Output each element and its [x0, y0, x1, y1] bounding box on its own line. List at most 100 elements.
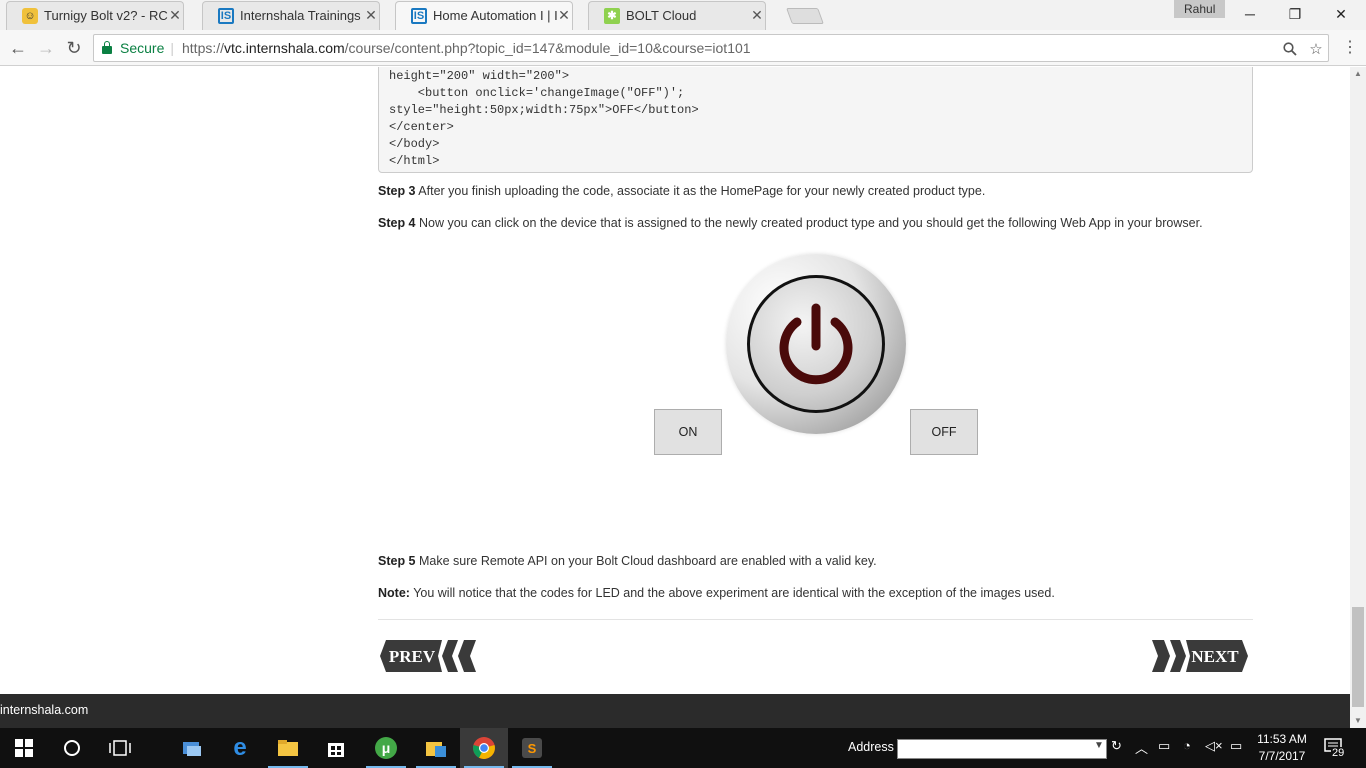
tab-turnigy[interactable]: ☺ Turnigy Bolt v2? - RC Gro ✕	[0, 1, 190, 30]
on-button[interactable]: ON	[654, 409, 722, 455]
step-5: Step 5 Make sure Remote API on your Bolt…	[378, 554, 877, 568]
minimize-icon[interactable]: ─	[1227, 0, 1273, 28]
volume-mute-icon[interactable]: ◁×	[1205, 738, 1223, 754]
step-5-text: Make sure Remote API on your Bolt Cloud …	[415, 554, 877, 568]
note: Note: You will notice that the codes for…	[378, 586, 1055, 600]
battery-icon[interactable]: ▭	[1158, 738, 1170, 754]
code-line: </center>	[389, 120, 454, 134]
code-line: height="200" width="200">	[389, 69, 570, 83]
scrollbar-thumb[interactable]	[1352, 607, 1364, 707]
separator: |	[170, 40, 174, 56]
edge-browser-icon[interactable]: e	[216, 728, 264, 768]
address-toolbar-label: Address	[848, 740, 894, 754]
url-host: vtc.internshala.com	[224, 40, 345, 56]
windows-start-icon[interactable]	[0, 728, 48, 768]
internshala-favicon-icon: IS	[411, 7, 427, 24]
close-tab-icon[interactable]: ✕	[750, 7, 764, 24]
scroll-up-icon[interactable]: ▲	[1350, 67, 1366, 81]
svg-text:S: S	[528, 741, 537, 756]
bolt-cloud-favicon-icon: ✱	[604, 7, 620, 24]
lock-icon	[102, 41, 112, 54]
tab-internshala-trainings[interactable]: IS Internshala Trainings ✕	[196, 1, 386, 30]
secure-label: Secure	[120, 40, 165, 56]
step-3-text: After you finish uploading the code, ass…	[415, 184, 986, 198]
store-icon[interactable]	[312, 728, 360, 768]
tab-strip: ☺ Turnigy Bolt v2? - RC Gro ✕ IS Interns…	[0, 0, 1366, 30]
next-button[interactable]: NEXT	[1150, 638, 1250, 674]
profile-button[interactable]: Rahul	[1174, 0, 1226, 18]
step-4: Step 4 Now you can click on the device t…	[378, 216, 1203, 230]
close-window-icon[interactable]: ✕	[1318, 0, 1364, 28]
address-toolbar-input[interactable]	[897, 739, 1107, 759]
step-3-label: Step 3	[378, 184, 416, 198]
url-path: /course/content.php?topic_id=147&module_…	[344, 40, 751, 56]
clock-date: 7/7/2017	[1258, 749, 1306, 763]
svg-text:μ: μ	[382, 740, 391, 756]
tab-bolt-cloud[interactable]: ✱ BOLT Cloud ✕	[582, 1, 772, 30]
action-center-icon[interactable]: 29	[1322, 736, 1348, 760]
step-4-label: Step 4	[378, 216, 416, 230]
note-text: You will notice that the codes for LED a…	[409, 586, 1055, 600]
code-line: </html>	[389, 154, 440, 168]
status-bar: internshala.com	[0, 694, 1350, 728]
utorrent-icon[interactable]: μ	[362, 728, 410, 768]
chrome-icon[interactable]	[460, 728, 508, 768]
forward-icon[interactable]: →	[34, 36, 58, 60]
power-icon	[779, 303, 853, 385]
close-tab-icon[interactable]: ✕	[557, 7, 571, 24]
url-scheme: https://	[182, 40, 225, 56]
browser-toolbar: ← → ↻ Secure | https://vtc.internshala.c…	[0, 30, 1366, 66]
step-4-text: Now you can click on the device that is …	[415, 216, 1203, 230]
reload-icon[interactable]: ↻	[62, 36, 86, 60]
address-go-icon[interactable]: ↻	[1111, 738, 1122, 754]
address-bar[interactable]: Secure | https://vtc.internshala.com/cou…	[93, 34, 1329, 62]
power-button-image	[726, 254, 906, 434]
file-explorer-icon[interactable]	[264, 728, 312, 768]
search-icon[interactable]	[1281, 40, 1299, 58]
keyboard-icon[interactable]: ▭	[1230, 738, 1242, 754]
rc-groups-favicon-icon: ☺	[22, 7, 38, 24]
folder-pictures-icon[interactable]	[412, 728, 460, 768]
prev-label: PREV	[389, 647, 436, 666]
system-clock[interactable]: 11:53 AM 7/7/2017	[1250, 731, 1314, 765]
prev-button[interactable]: PREV	[378, 638, 478, 674]
back-icon[interactable]: ←	[6, 36, 30, 60]
tab-title: BOLT Cloud	[626, 8, 697, 23]
code-block: height="200" width="200"> <button onclic…	[378, 67, 1253, 173]
tab-title: Home Automation I | Inte	[433, 8, 557, 23]
tab-home-automation[interactable]: IS Home Automation I | Inte ✕	[389, 1, 579, 30]
note-label: Note:	[378, 586, 410, 600]
chrome-menu-icon[interactable]: ⋮	[1342, 38, 1358, 58]
task-view-icon[interactable]	[96, 728, 144, 768]
vertical-scrollbar[interactable]: ▲ ▼	[1350, 67, 1366, 728]
scroll-down-icon[interactable]: ▼	[1350, 714, 1366, 728]
step-5-label: Step 5	[378, 554, 416, 568]
code-line: <button onclick='changeImage("OFF")';	[389, 86, 685, 100]
off-button[interactable]: OFF	[910, 409, 978, 455]
bookmark-star-icon[interactable]: ☆	[1307, 40, 1325, 58]
close-tab-icon[interactable]: ✕	[168, 7, 182, 24]
url-text: https://vtc.internshala.com/course/conte…	[182, 40, 751, 56]
next-label: NEXT	[1191, 647, 1239, 666]
tab-title: Internshala Trainings	[240, 8, 361, 23]
code-line: </body>	[389, 137, 440, 151]
restore-icon[interactable]: ❐	[1272, 0, 1318, 28]
close-tab-icon[interactable]: ✕	[364, 7, 378, 24]
divider	[378, 619, 1253, 620]
power-button-face	[747, 275, 885, 413]
step-3: Step 3 After you finish uploading the co…	[378, 184, 985, 198]
new-tab-button[interactable]	[786, 8, 824, 24]
wifi-icon[interactable]: ◔	[1183, 738, 1191, 753]
address-dropdown-icon[interactable]: ▼	[1094, 740, 1104, 751]
clock-time: 11:53 AM	[1257, 732, 1307, 746]
virtualbox-icon[interactable]	[168, 728, 216, 768]
tab-title: Turnigy Bolt v2? - RC Gro	[44, 8, 168, 23]
cortana-search-icon[interactable]	[48, 728, 96, 768]
notification-count: 29	[1331, 747, 1346, 759]
sublime-text-icon[interactable]: S	[508, 728, 556, 768]
status-url: internshala.com	[0, 703, 89, 717]
page-content: height="200" width="200"> <button onclic…	[0, 67, 1350, 694]
tray-chevron-up-icon[interactable]: ︿	[1135, 738, 1148, 757]
code-line: style="height:50px;width:75px">OFF</butt…	[389, 103, 699, 117]
taskbar: e μ S Address ▼ ↻ ︿ ▭ ◔ ◁× ▭ 11:53 AM 7/…	[0, 728, 1366, 768]
